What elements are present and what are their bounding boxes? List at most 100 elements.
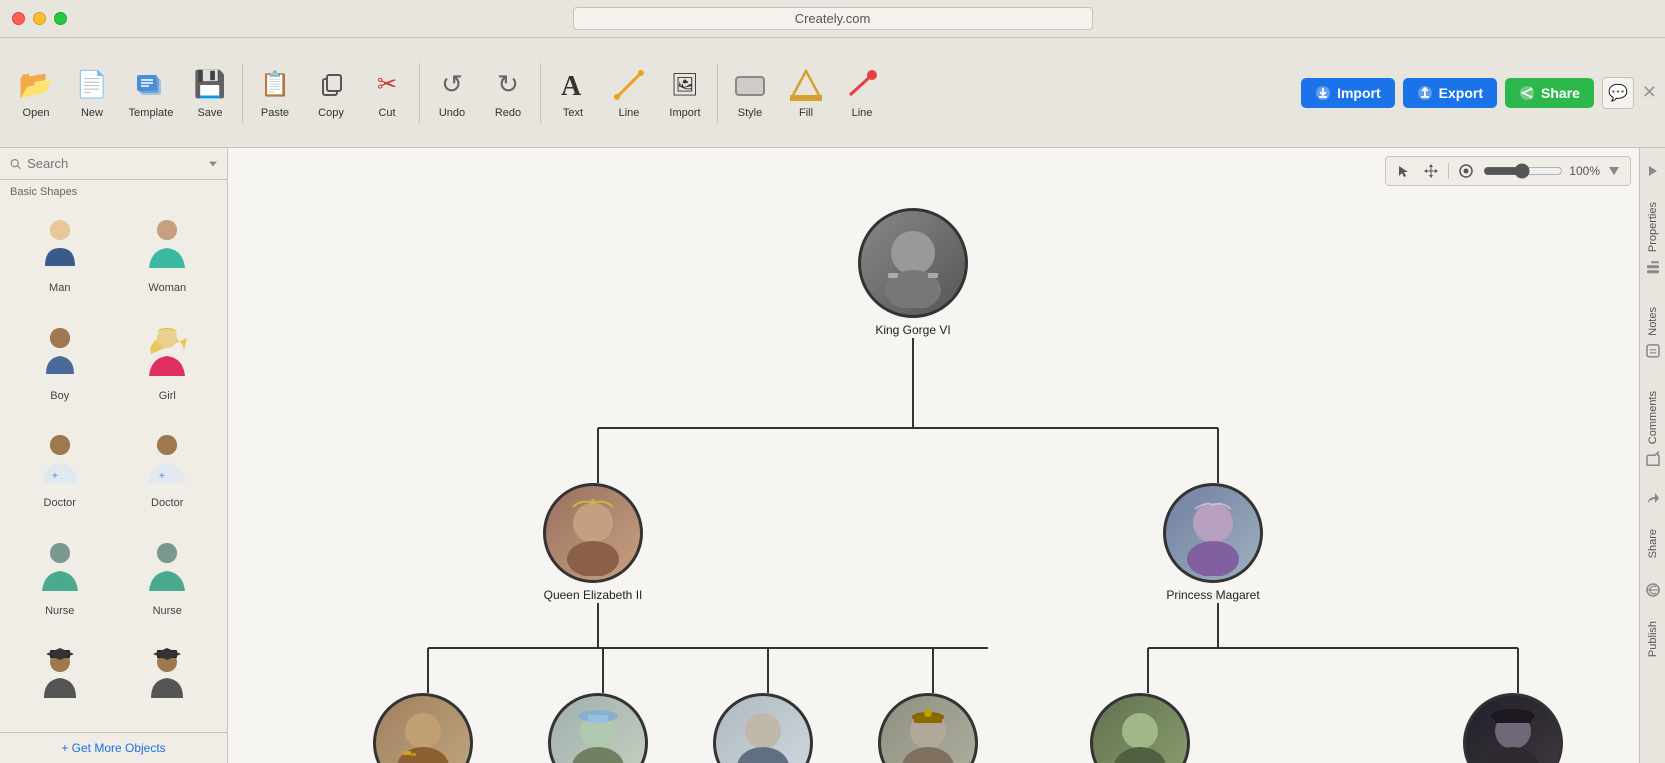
undo-label: Undo [439, 107, 465, 119]
zoom-dropdown-icon [1609, 167, 1619, 175]
message-icon: 💬 [1608, 83, 1628, 103]
comments-icon [1645, 451, 1661, 467]
zoom-slider[interactable] [1483, 163, 1563, 179]
maximize-button[interactable] [54, 12, 67, 25]
shape-doctor-f[interactable]: + Doctor [116, 421, 220, 525]
shape-nurse-m[interactable]: Nurse [8, 529, 112, 633]
node-charles[interactable]: Charles Prince of Wales [373, 693, 473, 763]
zoom-dropdown[interactable] [1606, 164, 1622, 178]
text-button[interactable]: A Text [545, 48, 601, 138]
node-margaret[interactable]: Princess Magaret [1163, 483, 1263, 604]
open-icon: 📂 [18, 67, 54, 103]
text-icon: A [555, 67, 591, 103]
search-input[interactable] [27, 156, 203, 171]
right-panel: Properties Notes Comments Share [1639, 148, 1665, 763]
template-button[interactable]: Template [120, 48, 182, 138]
linestyle-button[interactable]: Line [834, 48, 890, 138]
node-anne[interactable]: Princess Anne [548, 693, 648, 763]
comments-tab[interactable]: Comments [1641, 375, 1665, 483]
shape-graduate-f[interactable] [116, 636, 220, 728]
shape-girl[interactable]: Girl [116, 314, 220, 418]
close-window-button[interactable]: ✕ [1642, 82, 1657, 103]
import-label: Import [1337, 85, 1381, 101]
move-tool[interactable] [1420, 160, 1442, 182]
node-david[interactable]: David Viscount Linley [1090, 693, 1190, 763]
share-tab[interactable]: Share [1643, 513, 1663, 574]
save-icon: 💾 [192, 67, 228, 103]
shape-man[interactable]: Man [8, 206, 112, 310]
shape-nurse-f[interactable]: Nurse [116, 529, 220, 633]
andrew-photo [713, 693, 813, 763]
url-bar[interactable]: Creately.com [573, 7, 1093, 30]
open-button[interactable]: 📂 Open [8, 48, 64, 138]
sara-photo [1463, 693, 1563, 763]
zoom-target-tool[interactable] [1455, 160, 1477, 182]
node-king[interactable]: King Gorge VI [858, 208, 968, 339]
share-tab-icon[interactable] [1642, 487, 1664, 509]
template-icon [133, 67, 169, 103]
redo-button[interactable]: ↻ Redo [480, 48, 536, 138]
publish-tab-icon[interactable] [1642, 579, 1664, 601]
canvas-sep [1448, 163, 1449, 179]
undo-button[interactable]: ↺ Undo [424, 48, 480, 138]
publish-tab[interactable]: Publish [1643, 605, 1663, 673]
style-icon [732, 67, 768, 103]
cut-label: Cut [378, 107, 395, 119]
notes-tab[interactable]: Notes [1641, 291, 1665, 375]
notes-label: Notes [1647, 307, 1659, 336]
publish-label: Publish [1647, 621, 1659, 657]
copy-label: Copy [318, 107, 344, 119]
import-image-button[interactable]: 🖼 Import [657, 48, 713, 138]
import-button[interactable]: Import [1301, 78, 1395, 108]
graduate-f-icon [135, 644, 199, 708]
message-button[interactable]: 💬 [1602, 77, 1634, 109]
right-panel-arrow[interactable] [1642, 160, 1664, 182]
margaret-photo-svg [1171, 491, 1256, 576]
export-button[interactable]: Export [1403, 78, 1497, 108]
shape-graduate-m[interactable] [8, 636, 112, 728]
paste-button[interactable]: 📋 Paste [247, 48, 303, 138]
style-button[interactable]: Style [722, 48, 778, 138]
copy-icon [313, 67, 349, 103]
cut-button[interactable]: ✂ Cut [359, 48, 415, 138]
nurse-m-label: Nurse [45, 605, 74, 617]
shape-boy[interactable]: Boy [8, 314, 112, 418]
text-label: Text [563, 107, 583, 119]
traffic-lights [12, 12, 67, 25]
line-icon [611, 67, 647, 103]
doctor-m-label: Doctor [44, 497, 76, 509]
properties-label: Properties [1647, 202, 1659, 252]
properties-tab[interactable]: Properties [1641, 186, 1665, 291]
doctor-f-icon: + [135, 429, 199, 493]
share-button[interactable]: Share [1505, 78, 1594, 108]
get-more-objects[interactable]: + Get More Objects [0, 732, 227, 763]
save-label: Save [197, 107, 222, 119]
close-button[interactable] [12, 12, 25, 25]
queen-label: Queen Elizabeth II [544, 588, 643, 604]
node-andrew[interactable]: Andrew Duke of York [713, 693, 813, 763]
shape-woman[interactable]: Woman [116, 206, 220, 310]
pointer-tool[interactable] [1394, 161, 1414, 181]
fill-button[interactable]: Fill [778, 48, 834, 138]
shape-doctor-m[interactable]: + Doctor [8, 421, 112, 525]
paste-label: Paste [261, 107, 289, 119]
title-bar: Creately.com [0, 0, 1665, 38]
canvas-area[interactable]: 100% [228, 148, 1639, 763]
share-label: Share [1647, 529, 1659, 558]
minimize-button[interactable] [33, 12, 46, 25]
svg-text:+: + [52, 471, 58, 482]
nurse-f-icon [135, 537, 199, 601]
search-bar [0, 148, 227, 180]
anne-photo [548, 693, 648, 763]
copy-button[interactable]: Copy [303, 48, 359, 138]
publish-icon [1645, 582, 1661, 598]
save-button[interactable]: 💾 Save [182, 48, 238, 138]
line-button[interactable]: Line [601, 48, 657, 138]
node-sara[interactable]: Lady Sara Chatto [1463, 693, 1563, 763]
toolbar-separator-4 [717, 63, 718, 123]
nurse-f-label: Nurse [153, 605, 182, 617]
nurse-m-icon [28, 537, 92, 601]
node-queen[interactable]: Queen Elizabeth II [543, 483, 643, 604]
new-button[interactable]: 📄 New [64, 48, 120, 138]
node-edward[interactable]: Edward Earl of Wessex [878, 693, 978, 763]
